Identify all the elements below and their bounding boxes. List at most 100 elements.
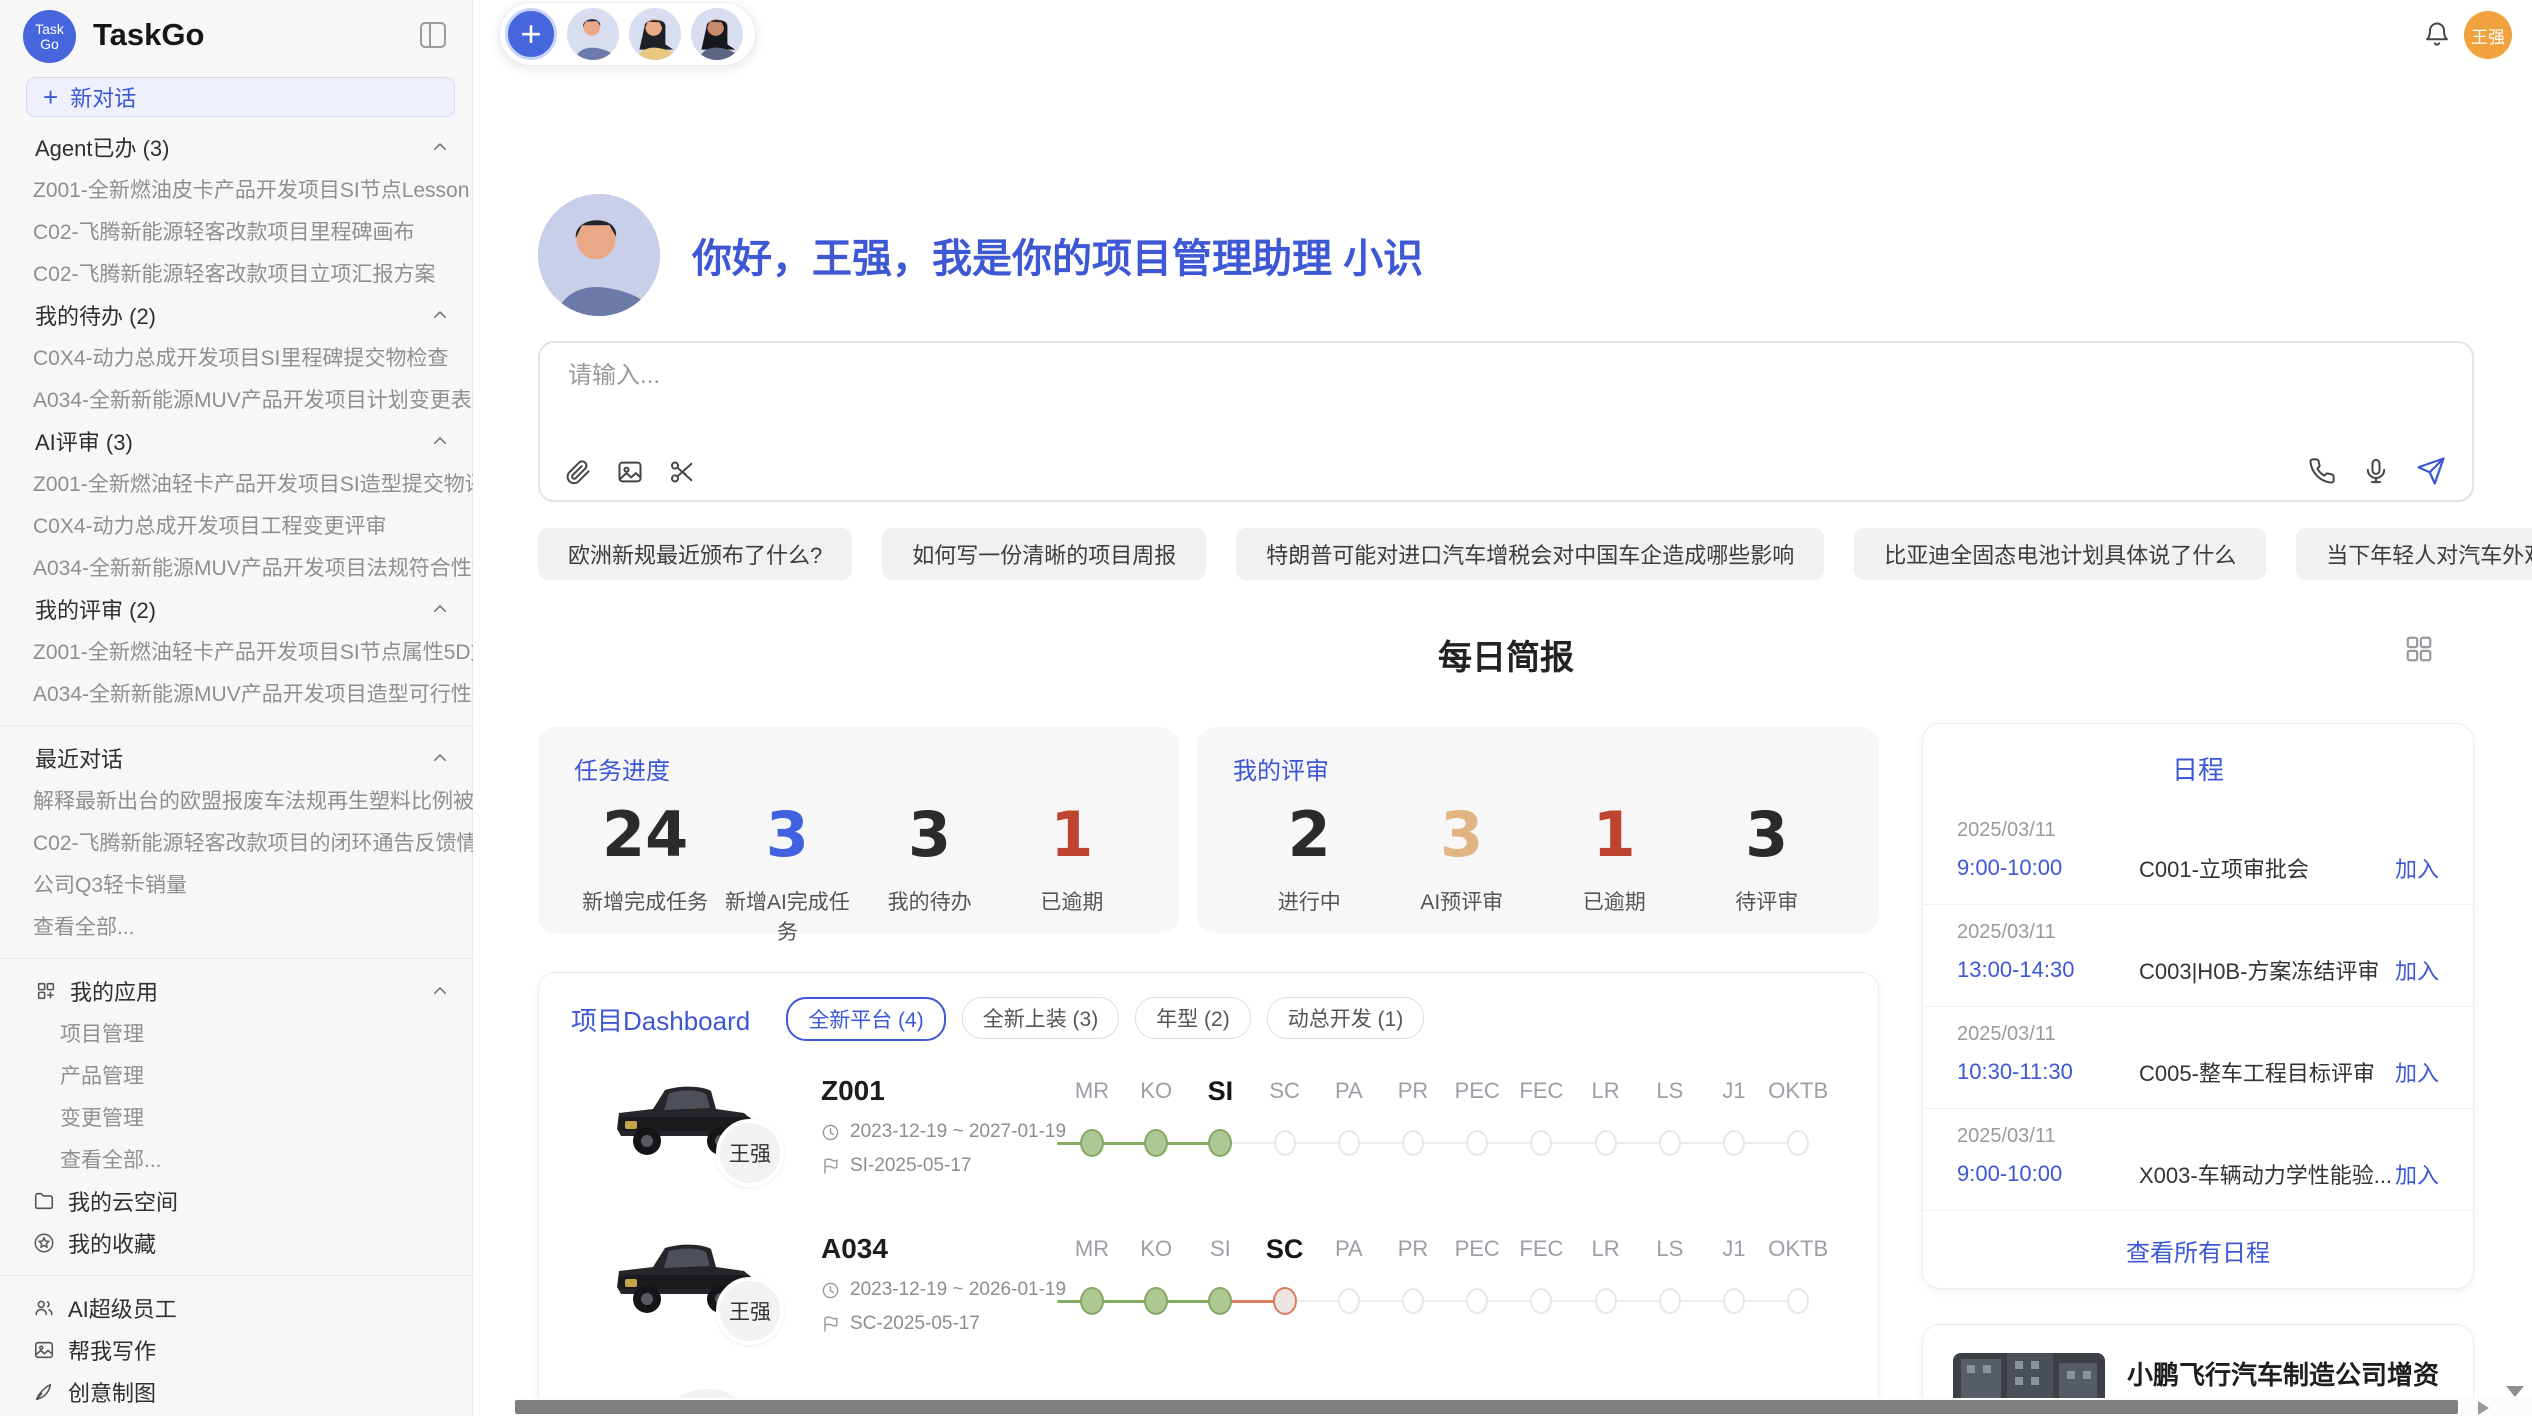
dashboard-tab[interactable]: 动总开发 (1) — [1267, 997, 1425, 1039]
stat-label: 我的待办 — [859, 886, 1001, 916]
horizontal-scrollbar-thumb[interactable] — [515, 1400, 2458, 1414]
sidebar-section-header[interactable]: AI评审 (3) — [0, 420, 473, 462]
sidebar-divider — [0, 1275, 473, 1276]
sidebar-section-header[interactable]: 我的评审 (2) — [0, 588, 473, 630]
sidebar-apps-header[interactable]: 我的应用 — [0, 970, 473, 1012]
sidebar-recent-item[interactable]: 解释最新出台的欧盟报废车法规再生塑料比例被调至15%... — [0, 779, 473, 821]
scissors-icon[interactable] — [668, 458, 696, 486]
microphone-icon[interactable] — [2362, 457, 2390, 485]
sidebar-task-item[interactable]: Z001-全新燃油轻卡产品开发项目SI造型提交物评审 — [0, 462, 473, 504]
flag-icon — [821, 1315, 840, 1334]
sidebar-task-item[interactable]: C02-飞腾新能源轻客改款项目立项汇报方案 — [0, 252, 473, 294]
sidebar-section-header[interactable]: Agent已办 (3) — [0, 126, 473, 168]
milestone-dot — [1659, 1130, 1681, 1156]
suggestion-chip[interactable]: 比亚迪全固态电池计划具体说了什么 — [1854, 528, 2266, 580]
send-icon[interactable] — [2416, 456, 2446, 486]
attach-file-icon[interactable] — [564, 458, 592, 486]
new-chat-label: 新对话 — [70, 81, 136, 113]
join-meeting-link[interactable]: 加入 — [2395, 1056, 2439, 1088]
schedule-item-row: 9:00-10:00X003-车辆动力学性能验...加入 — [1957, 1158, 2439, 1190]
sidebar-link-folder[interactable]: 我的云空间 — [0, 1180, 473, 1222]
view-all-schedule-link[interactable]: 查看所有日程 — [1923, 1233, 2473, 1268]
sidebar: Task Go TaskGo + 新对话 Agent已办 (3)Z001-全新燃… — [0, 0, 473, 1416]
agent-switcher: + — [499, 2, 756, 66]
sidebar-task-item[interactable]: C0X4-动力总成开发项目工程变更评审 — [0, 504, 473, 546]
agent-avatar[interactable] — [691, 8, 743, 60]
sidebar-task-item[interactable]: A034-全新新能源MUV产品开发项目计划变更表编写 — [0, 378, 473, 420]
agent-avatar[interactable] — [567, 8, 619, 60]
voice-call-icon[interactable] — [2308, 457, 2336, 485]
notification-bell-icon[interactable] — [2423, 20, 2451, 48]
milestone-dot — [1144, 1129, 1168, 1157]
dashboard-tab[interactable]: 全新上装 (3) — [962, 997, 1120, 1039]
stat-label: 已逾期 — [1001, 886, 1143, 916]
sidebar-task-item[interactable]: C0X4-动力总成开发项目SI里程碑提交物检查 — [0, 336, 473, 378]
sidebar-tool-item[interactable]: 帮我写作 — [0, 1329, 473, 1371]
join-meeting-link[interactable]: 加入 — [2395, 1158, 2439, 1190]
schedule-item-row: 9:00-10:00C001-立项审批会加入 — [1957, 852, 2439, 884]
sidebar-recent-more[interactable]: 查看全部... — [0, 905, 473, 947]
sidebar-recent-header[interactable]: 最近对话 — [0, 737, 473, 779]
new-chat-button[interactable]: + 新对话 — [26, 77, 455, 117]
suggestion-chip[interactable]: 欧洲新规最近颁布了什么? — [538, 528, 852, 580]
project-flag-label: SI-2025-05-17 — [850, 1155, 971, 1177]
chevron-up-icon — [431, 138, 449, 156]
milestone-dot — [1466, 1288, 1488, 1314]
join-meeting-link[interactable]: 加入 — [2395, 954, 2439, 986]
project-row: 王强Z0012023-12-19 ~ 2027-01-19SI-2025-05-… — [539, 1061, 1878, 1219]
suggestion-chip[interactable]: 当下年轻人对汽车外观有怎样的喜好趋势 — [2296, 528, 2532, 580]
sidebar-apps-more[interactable]: 查看全部... — [0, 1138, 473, 1180]
stat-label: 已逾期 — [1538, 886, 1691, 916]
dashboard-tab[interactable]: 全新平台 (4) — [786, 997, 946, 1041]
sidebar-link-star[interactable]: 我的收藏 — [0, 1222, 473, 1264]
scroll-right-arrow[interactable] — [2478, 1401, 2489, 1415]
milestone-dot — [1723, 1130, 1745, 1156]
chevron-up-icon — [431, 749, 449, 767]
daily-briefing-title: 每日简报 — [1438, 639, 1574, 677]
sidebar-section-title: 最近对话 — [35, 742, 123, 774]
stat-cell: 3我的待办 — [859, 798, 1001, 946]
person-illustration — [691, 8, 743, 60]
schedule-item-row: 13:00-14:30C003|H0B-方案冻结评审加入 — [1957, 954, 2439, 986]
sidebar-recent-item[interactable]: 公司Q3轻卡销量 — [0, 863, 473, 905]
insert-image-icon[interactable] — [616, 458, 644, 486]
sidebar-task-item[interactable]: A034-全新新能源MUV产品开发项目法规符合性评审 — [0, 546, 473, 588]
sidebar-section-header[interactable]: 我的待办 (2) — [0, 294, 473, 336]
agent-avatar[interactable] — [629, 8, 681, 60]
sidebar-task-item[interactable]: A034-全新新能源MUV产品开发项目造型可行性评审 — [0, 672, 473, 714]
star-icon — [33, 1232, 55, 1254]
suggestion-chip[interactable]: 如何写一份清晰的项目周报 — [882, 528, 1206, 580]
dashboard-header: 项目Dashboard 全新平台 (4)全新上装 (3)年型 (2)动总开发 (… — [571, 997, 1424, 1041]
suggestion-chip[interactable]: 特朗普可能对进口汽车增税会对中国车企造成哪些影响 — [1236, 528, 1824, 580]
sidebar-app-item[interactable]: 产品管理 — [0, 1054, 473, 1096]
sidebar-tool-item[interactable]: 创意制图 — [0, 1371, 473, 1413]
add-agent-button[interactable]: + — [505, 8, 557, 60]
sidebar-task-item[interactable]: Z001-全新燃油轻卡产品开发项目SI节点属性5D文件评审 — [0, 630, 473, 672]
join-meeting-link[interactable]: 加入 — [2395, 852, 2439, 884]
user-avatar[interactable]: 王强 — [2464, 11, 2512, 59]
sidebar-tool-item[interactable]: AI超级员工 — [0, 1287, 473, 1329]
milestone-dot — [1402, 1130, 1424, 1156]
sidebar-app-item[interactable]: 项目管理 — [0, 1012, 473, 1054]
stat-cell: 3新增AI完成任务 — [716, 798, 858, 946]
schedule-card: 日程 2025/03/119:00-10:00C001-立项审批会加入2025/… — [1922, 723, 2474, 1289]
scroll-down-arrow[interactable] — [2506, 1386, 2524, 1397]
sidebar-task-item[interactable]: Z001-全新燃油皮卡产品开发项目SI节点Lesson Learn报告 — [0, 168, 473, 210]
folder-icon — [33, 1190, 55, 1212]
milestone-dot — [1274, 1130, 1296, 1156]
dashboard-tabs: 全新平台 (4) 全新上装 (3) 年型 (2) 动总开发 (1) — [786, 997, 1424, 1041]
layout-grid-icon[interactable] — [2404, 634, 2434, 664]
dashboard-tab[interactable]: 年型 (2) — [1135, 997, 1251, 1039]
project-flag-label: SC-2025-05-17 — [850, 1313, 980, 1335]
sidebar-recent-item[interactable]: C02-飞腾新能源轻客改款项目的闭环通告反馈情况 — [0, 821, 473, 863]
stat-cell: 1已逾期 — [1001, 798, 1143, 946]
sidebar-app-item[interactable]: 变更管理 — [0, 1096, 473, 1138]
schedule-item: 2025/03/1113:00-14:30C003|H0B-方案冻结评审加入 — [1923, 905, 2473, 1007]
schedule-date: 2025/03/11 — [1957, 1125, 2439, 1148]
stat-cell: 3AI预评审 — [1386, 798, 1539, 916]
sidebar-collapse-icon[interactable] — [420, 22, 446, 48]
schedule-event-title: C001-立项审批会 — [2107, 852, 2395, 884]
message-input[interactable] — [566, 361, 2070, 391]
stat-cell: 3待评审 — [1691, 798, 1844, 916]
sidebar-task-item[interactable]: C02-飞腾新能源轻客改款项目里程碑画布 — [0, 210, 473, 252]
